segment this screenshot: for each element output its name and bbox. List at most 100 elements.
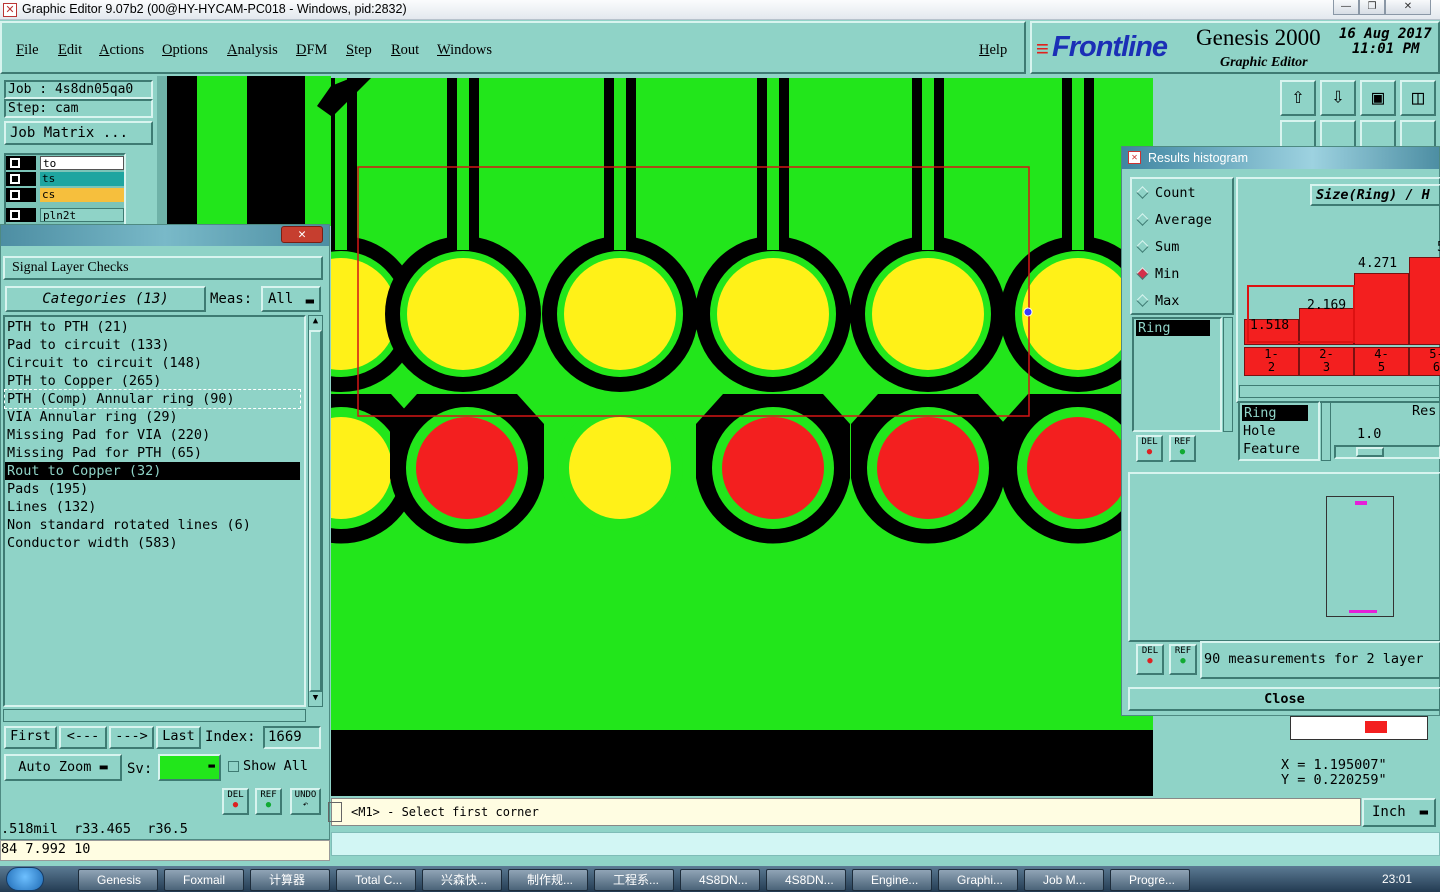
download-icon[interactable]: ⇩ <box>1320 80 1356 116</box>
slider-thumb[interactable] <box>1356 447 1384 457</box>
menu-options[interactable]: Options <box>162 42 208 59</box>
list-scrollbar[interactable]: ▲ ▼ <box>308 315 323 707</box>
category-item[interactable]: PTH (Comp) Annular ring (90) <box>4 389 301 409</box>
undo-button[interactable]: UNDO ↶ <box>290 788 321 815</box>
del-button[interactable]: DEL ● <box>1136 435 1163 462</box>
layer-row-pln2t[interactable]: pln2t <box>6 208 124 223</box>
taskbar-item[interactable]: Genesis <box>78 869 158 891</box>
job-matrix-button[interactable]: Job Matrix ... <box>4 121 153 145</box>
minimize-button[interactable]: — <box>1333 0 1359 15</box>
taskbar-item[interactable]: Job M... <box>1024 869 1104 891</box>
bin-range-label[interactable]: 5-6 <box>1409 347 1440 376</box>
menu-dfm[interactable]: DFM <box>296 42 327 59</box>
histogram-bar[interactable] <box>1354 273 1409 345</box>
attribute-item-feature[interactable]: Feature <box>1243 441 1300 457</box>
category-item[interactable]: Conductor width (583) <box>5 534 300 552</box>
category-item[interactable]: Pad to circuit (133) <box>5 336 300 354</box>
resolution-slider[interactable] <box>1334 445 1440 459</box>
taskbar-item[interactable]: Engine... <box>852 869 932 891</box>
horizontal-scrollbar[interactable] <box>3 709 306 722</box>
scroll-down-icon[interactable]: ▼ <box>309 693 322 706</box>
meas-select[interactable]: All ▬ <box>261 286 321 312</box>
command-input[interactable] <box>331 832 1440 856</box>
layer-row-to[interactable]: to <box>6 156 124 171</box>
ring-list-scrollbar[interactable] <box>1223 317 1233 432</box>
close-button[interactable]: Close <box>1128 687 1440 711</box>
menu-actions[interactable]: Actions <box>99 42 144 59</box>
prompt-toggle[interactable] <box>328 802 342 822</box>
prev-button[interactable]: <--- <box>59 726 107 749</box>
mode-radio-average[interactable]: Average <box>1136 211 1212 229</box>
pcb-canvas[interactable] <box>331 78 1153 796</box>
close-window-button[interactable]: ✕ <box>1385 0 1431 15</box>
last-button[interactable]: Last <box>156 726 201 749</box>
mode-radio-count[interactable]: Count <box>1136 184 1196 202</box>
taskbar-item[interactable]: 制作规... <box>508 869 588 891</box>
taskbar-item[interactable]: 工程系... <box>594 869 674 891</box>
taskbar-item[interactable]: Graphi... <box>938 869 1018 891</box>
histogram-bar[interactable] <box>1409 257 1440 345</box>
taskbar-item[interactable]: 兴森快... <box>422 869 502 891</box>
category-item[interactable]: Missing Pad for VIA (220) <box>5 426 300 444</box>
mode-radio-sum[interactable]: Sum <box>1136 238 1179 256</box>
category-item[interactable]: PTH to Copper (265) <box>5 372 300 390</box>
taskbar-item[interactable]: 计算器 <box>250 869 330 891</box>
maximize-button[interactable]: ❐ <box>1359 0 1385 15</box>
layer-row-ts[interactable]: ts <box>6 172 124 187</box>
taskbar-item[interactable]: Total C... <box>336 869 416 891</box>
category-item[interactable]: Rout to Copper (32) <box>5 462 300 480</box>
categories-button[interactable]: Categories (13) <box>5 286 206 312</box>
layer-checkbox-icon[interactable] <box>6 156 36 170</box>
close-icon[interactable]: ✕ <box>281 226 323 243</box>
taskbar-item[interactable]: 4S8DN... <box>680 869 760 891</box>
start-button[interactable] <box>6 867 44 891</box>
sv-color-select[interactable]: ▬ <box>158 754 221 781</box>
mode-radio-max[interactable]: Max <box>1136 292 1179 310</box>
layer-checkbox-icon[interactable] <box>6 208 36 222</box>
window-icon[interactable]: ◫ <box>1400 80 1436 116</box>
ref-button[interactable]: REF ● <box>1169 644 1197 675</box>
layer-checkbox-icon[interactable] <box>6 188 36 202</box>
category-item[interactable]: VIA Annular ring (29) <box>5 408 300 426</box>
ref-button[interactable]: REF ● <box>255 788 282 815</box>
menu-step[interactable]: Step <box>346 42 372 59</box>
bin-range-label[interactable]: 1- 2 <box>1244 347 1299 376</box>
category-item[interactable]: Lines (132) <box>5 498 300 516</box>
attribute-scrollbar[interactable] <box>1321 401 1331 461</box>
category-item[interactable]: Pads (195) <box>5 480 300 498</box>
ring-list-item[interactable]: Ring <box>1136 320 1210 336</box>
attribute-item-hole[interactable]: Hole <box>1243 423 1276 439</box>
ref-button[interactable]: REF ● <box>1169 435 1196 462</box>
units-select[interactable]: Inch ▬ <box>1362 798 1436 827</box>
menu-windows[interactable]: Windows <box>437 42 492 59</box>
show-all-checkbox[interactable] <box>228 761 239 772</box>
chart-scrollbar[interactable] <box>1239 385 1440 398</box>
menu-file[interactable]: File <box>16 42 39 59</box>
layer-row-cs[interactable]: cs <box>6 188 124 203</box>
index-input[interactable]: 1669 <box>263 726 321 749</box>
scroll-thumb[interactable] <box>309 330 322 692</box>
taskbar-item[interactable]: Foxmail <box>164 869 244 891</box>
category-item[interactable]: PTH to PTH (21) <box>5 318 300 336</box>
taskbar-item[interactable]: Progre... <box>1110 869 1190 891</box>
mode-radio-min[interactable]: Min <box>1136 265 1179 283</box>
auto-zoom-button[interactable]: Auto Zoom ▬ <box>4 754 122 781</box>
menu-edit[interactable]: Edit <box>58 42 82 59</box>
layer-checkbox-icon[interactable] <box>6 172 36 186</box>
category-item[interactable]: Circuit to circuit (148) <box>5 354 300 372</box>
taskbar-item[interactable]: 4S8DN... <box>766 869 846 891</box>
menu-rout[interactable]: Rout <box>391 42 419 59</box>
screen-icon[interactable]: ▣ <box>1360 80 1396 116</box>
del-button[interactable]: DEL ● <box>1136 644 1164 675</box>
scroll-up-icon[interactable]: ▲ <box>309 316 322 329</box>
next-button[interactable]: ---> <box>109 726 154 749</box>
attribute-item-ring[interactable]: Ring <box>1242 405 1308 421</box>
menu-analysis[interactable]: Analysis <box>227 42 278 59</box>
category-item[interactable]: Missing Pad for PTH (65) <box>5 444 300 462</box>
del-button[interactable]: DEL ● <box>222 788 249 815</box>
bin-range-label[interactable]: 4- 5 <box>1354 347 1409 376</box>
category-item[interactable]: Non standard rotated lines (6) <box>5 516 300 534</box>
first-button[interactable]: First <box>4 726 57 749</box>
upload-icon[interactable]: ⇧ <box>1280 80 1316 116</box>
menu-help[interactable]: Help <box>979 42 1007 59</box>
